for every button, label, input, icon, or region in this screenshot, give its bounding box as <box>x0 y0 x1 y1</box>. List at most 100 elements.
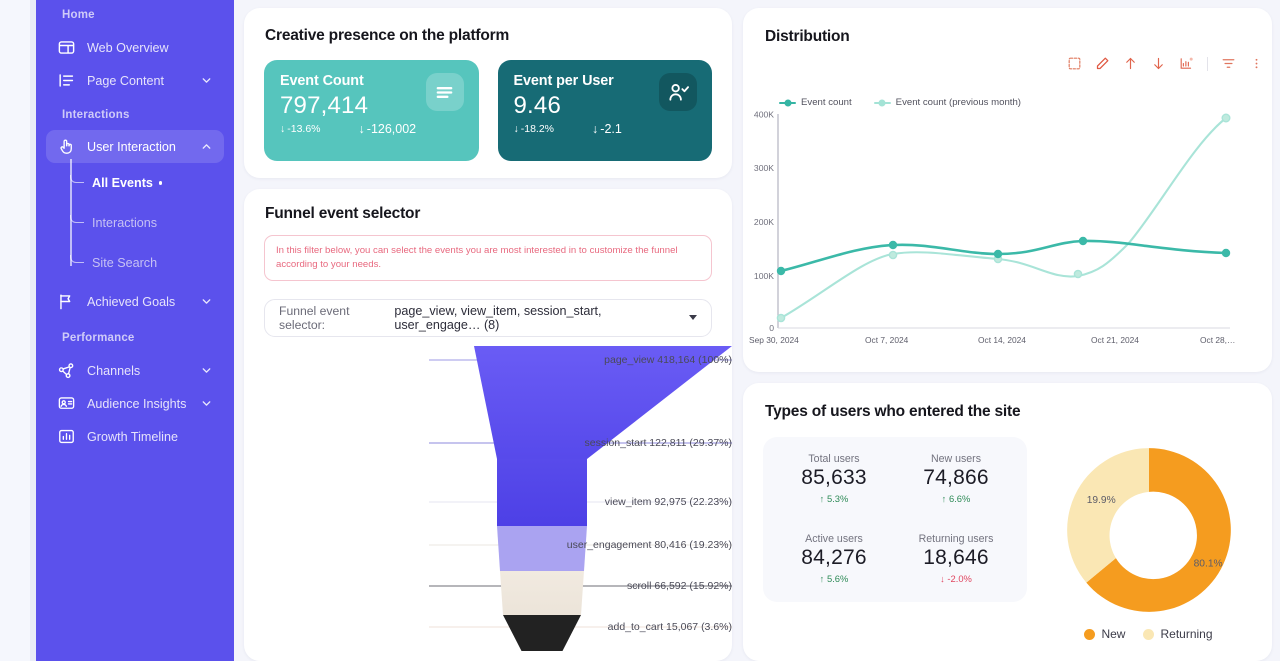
kpi-delta-percent-text: -13.6% <box>287 123 321 135</box>
tree-elbow <box>70 175 84 183</box>
page-title: Creative presence on the platform <box>265 27 510 44</box>
sidebar-section-performance: Performance <box>62 332 135 344</box>
chevron-down-icon[interactable] <box>200 295 213 308</box>
legend-swatch <box>1143 628 1155 640</box>
stat-value: 18,646 <box>923 546 989 569</box>
user-check-icon <box>659 73 697 111</box>
stat-returning-users: Returning users 18,646 ↓ -2.0% <box>895 533 1017 584</box>
svg-text:Sep 30, 2024: Sep 30, 2024 <box>749 335 799 345</box>
user-types-card: Types of users who entered the site Tota… <box>743 383 1272 661</box>
stat-label: Returning users <box>918 533 994 545</box>
sidebar: Home Web Overview Page Content Interacti… <box>36 0 234 661</box>
kpi-delta-absolute: ↓ -2.1 <box>592 122 622 136</box>
stat-label: New users <box>930 453 982 465</box>
donut-value-returning: 19.9% <box>1086 495 1115 506</box>
active-dot-indicator <box>158 181 163 185</box>
sidebar-subtree: All Events Interactions Site Search <box>70 159 234 283</box>
sidebar-subitem-all-events[interactable]: All Events <box>70 163 234 203</box>
kpi-card-event-per-user[interactable]: Event per User 9.46 ↓ -18.2% ↓ -2.1 <box>497 60 712 161</box>
svg-text:Oct 21, 2024: Oct 21, 2024 <box>1091 335 1139 345</box>
user-interaction-icon <box>57 137 76 156</box>
crop-select-icon[interactable] <box>1067 56 1082 71</box>
chevron-down-icon[interactable] <box>689 315 697 321</box>
stat-value: 74,866 <box>923 466 989 489</box>
donut-legend: New Returning <box>1084 627 1213 641</box>
right-column: Distribution Event count Event count (pr… <box>743 8 1272 661</box>
kpi-footer: ↓ -13.6% ↓ -126,002 <box>280 122 463 136</box>
filter-icon[interactable] <box>1221 56 1236 71</box>
sidebar-item-label: Growth Timeline <box>87 429 178 444</box>
funnel-card: Funnel event selector In this filter bel… <box>244 189 732 661</box>
funnel-title: Funnel event selector <box>265 205 421 222</box>
pencil-icon[interactable] <box>1095 56 1110 71</box>
kpi-delta-absolute-text: -2.1 <box>600 122 622 136</box>
legend-label: New <box>1101 627 1126 641</box>
arrow-up-icon[interactable] <box>1123 56 1138 71</box>
stat-value: 84,276 <box>801 546 867 569</box>
stat-total-users: Total users 85,633 ↑ 5.3% <box>773 453 895 504</box>
legend-label: Returning <box>1160 627 1213 641</box>
kpi-delta-percent: ↓ -18.2% <box>514 123 555 135</box>
kpi-delta-percent: ↓ -13.6% <box>280 123 321 135</box>
chevron-down-icon[interactable] <box>200 364 213 377</box>
funnel-event-selector-value: page_view, view_item, session_start, use… <box>394 303 602 332</box>
distribution-line-chart: 400K 300K 200K 100K 0 Sep 30, 2024 Oct 7… <box>749 110 1235 346</box>
sidebar-item-page-content[interactable]: Page Content <box>46 64 224 97</box>
sidebar-subitem-label: Site Search <box>92 256 158 270</box>
stat-label: Active users <box>805 533 863 545</box>
sidebar-item-growth-timeline[interactable]: Growth Timeline <box>46 420 224 453</box>
sidebar-item-label: Page Content <box>87 73 165 88</box>
donut-legend-returning[interactable]: Returning <box>1143 627 1213 641</box>
arrow-down-icon[interactable] <box>1151 56 1166 71</box>
web-overview-icon <box>57 38 76 57</box>
sidebar-item-label: Audience Insights <box>87 396 187 411</box>
sidebar-item-audience-insights[interactable]: Audience Insights <box>46 387 224 420</box>
kpi-delta-percent-text: -18.2% <box>520 123 555 135</box>
distribution-toolbar <box>1067 56 1258 71</box>
chevron-down-icon[interactable] <box>200 74 213 87</box>
stat-active-users: Active users 84,276 ↑ 5.6% <box>773 533 895 584</box>
menu-lines-icon <box>425 73 464 111</box>
y-tick-labels: 400K 300K 200K 100K 0 <box>754 110 774 334</box>
funnel-label: add_to_cart 15,067 (3.6%) <box>607 620 732 633</box>
sidebar-section-interactions: Interactions <box>62 109 130 121</box>
more-vertical-icon[interactable] <box>1249 56 1258 71</box>
funnel-event-selector[interactable]: Funnel event selector: page_view, view_i… <box>264 298 712 337</box>
sidebar-item-user-interaction[interactable]: User Interaction <box>46 130 224 163</box>
stat-delta: ↑ 6.6% <box>941 493 971 504</box>
sidebar-item-web-overview[interactable]: Web Overview <box>46 31 224 64</box>
channels-icon <box>57 361 76 380</box>
donut-slice-returning[interactable] <box>1066 448 1149 583</box>
stat-delta: ↑ 5.6% <box>819 573 849 584</box>
user-types-body: Total users 85,633 ↑ 5.3% New users 74,8… <box>743 437 1272 641</box>
svg-text:400K: 400K <box>754 110 774 120</box>
tree-elbow <box>70 255 84 263</box>
distribution-title: Distribution <box>765 28 850 45</box>
sidebar-item-achieved-goals[interactable]: Achieved Goals <box>46 285 224 318</box>
stat-delta-text: 5.6% <box>826 573 849 584</box>
chart-alert-icon[interactable] <box>1179 56 1194 71</box>
kpi-footer: ↓ -18.2% ↓ -2.1 <box>514 122 697 136</box>
audience-insights-icon <box>57 394 76 413</box>
funnel-chart: page_view 418,164 (100%) session_start 1… <box>244 341 732 651</box>
sidebar-item-label: Achieved Goals <box>87 294 176 309</box>
page-content-icon <box>57 71 76 90</box>
donut-legend-new[interactable]: New <box>1084 627 1125 641</box>
funnel-label: view_item 92,975 (22.23%) <box>604 495 732 508</box>
sidebar-subitem-interactions[interactable]: Interactions <box>70 203 234 243</box>
stat-delta: ↑ 5.3% <box>819 493 849 504</box>
series-event-count-points <box>776 236 1231 276</box>
toolbar-divider <box>1207 56 1208 71</box>
sidebar-subitem-site-search[interactable]: Site Search <box>70 243 234 283</box>
sidebar-item-channels[interactable]: Channels <box>46 354 224 387</box>
chevron-down-icon[interactable] <box>200 397 213 410</box>
creative-presence-card: Creative presence on the platform Event … <box>244 8 732 178</box>
funnel-label: session_start 122,811 (29.37%) <box>584 436 732 449</box>
funnel-event-selector-label: Funnel event selector: <box>279 303 350 332</box>
stat-delta-text: 6.6% <box>948 493 971 504</box>
chevron-up-icon[interactable] <box>200 140 213 153</box>
user-stats-panel: Total users 85,633 ↑ 5.3% New users 74,8… <box>763 437 1027 602</box>
kpi-delta-absolute-text: -126,002 <box>366 122 417 136</box>
kpi-card-event-count[interactable]: Event Count 797,414 ↓ -13.6% ↓ -126,002 <box>264 60 479 161</box>
svg-text:Oct 28,…: Oct 28,… <box>1200 335 1235 345</box>
